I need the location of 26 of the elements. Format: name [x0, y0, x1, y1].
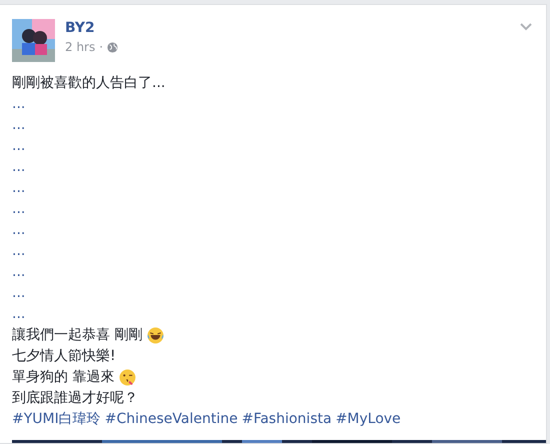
hashtag-link[interactable]: #Fashionista — [242, 409, 332, 430]
post-text: 讓我們一起恭喜 剛剛 — [12, 326, 142, 345]
hashtag-link[interactable]: #MyLove — [336, 409, 401, 430]
ellipsis-link[interactable]: ... — [12, 241, 26, 262]
ellipsis-link[interactable]: ... — [12, 94, 26, 115]
hashtag-link[interactable]: #ChineseValentine — [104, 409, 238, 430]
globe-icon[interactable] — [107, 42, 118, 52]
laughing-emoji-icon — [147, 327, 164, 344]
chevron-down-icon[interactable] — [520, 23, 532, 31]
hashtag-link[interactable]: #YUMI白瑋玲 — [12, 409, 101, 430]
post-text: 單身狗的 靠過來 — [12, 368, 114, 387]
kiss-emoji-icon — [119, 369, 136, 386]
post-text: 到底跟誰過才好呢？ — [12, 389, 138, 408]
post-text: 七夕情人節快樂! — [12, 347, 116, 366]
ellipsis-link[interactable]: ... — [12, 157, 26, 178]
post-text: 剛剛被喜歡的人告白了... — [12, 74, 166, 93]
ellipsis-link[interactable]: ... — [12, 178, 26, 199]
ellipsis-link[interactable]: ... — [12, 115, 26, 136]
ellipsis-link[interactable]: ... — [12, 220, 26, 241]
separator-dot: · — [99, 40, 104, 54]
ellipsis-link[interactable]: ... — [12, 283, 26, 304]
ellipsis-link[interactable]: ... — [12, 136, 26, 157]
author-name[interactable]: BY2 — [65, 20, 118, 36]
ellipsis-link[interactable]: ... — [12, 199, 26, 220]
ellipsis-link[interactable]: ... — [12, 262, 26, 283]
ellipsis-link[interactable]: ... — [12, 304, 26, 325]
